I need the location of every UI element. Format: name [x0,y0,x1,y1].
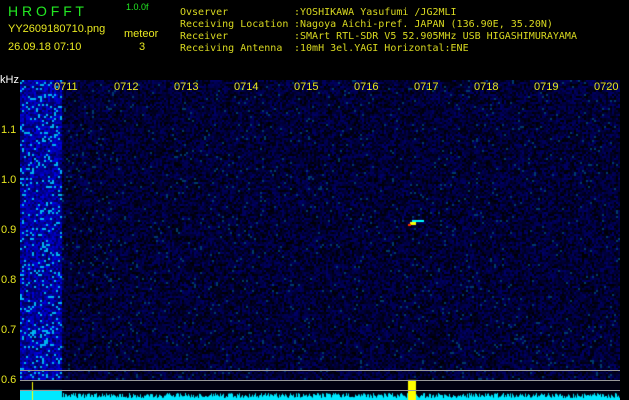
marker-line [20,390,620,391]
info-value: :Nagoya Aichi-pref. JAPAN (136.90E, 35.2… [294,19,553,30]
spectrogram [20,80,620,400]
time-tick-label: 0720 [594,81,619,93]
time-tick-label: 0717 [414,81,439,93]
version: 1.0.0f [126,2,149,12]
time-tick-label: 0719 [534,81,559,93]
info-value: :10mH 3el.YAGI Horizontal:ENE [294,43,469,54]
filename: YY2609180710.png [8,23,106,35]
marker-line [20,380,620,381]
datetime: 26.09.18 07:10 [8,41,82,53]
time-tick-label: 0713 [174,81,199,93]
time-tick-label: 0712 [114,81,139,93]
hroft-spectrogram-window: H R O F F T 1.0.0f YY2609180710.png mete… [0,0,629,400]
time-tick-label: 0718 [474,81,499,93]
app-title: H R O F F T [8,3,84,19]
info-value: :SMArt RTL-SDR V5 52.905MHz USB HIGASHIM… [294,31,577,42]
info-label: Receiver [180,31,229,42]
y-tick-label: 1.1 [1,124,17,136]
time-tick-label: 0714 [234,81,259,93]
time-tick-label: 0716 [354,81,379,93]
y-tick-label: 0.8 [1,274,17,286]
y-tick-label: 0.7 [1,324,17,336]
info-label: Ovserver [180,7,229,18]
y-tick-label: 1.0 [1,174,17,186]
info-label: Receiving Location [180,19,289,30]
unit-label: kHz [0,74,19,86]
time-tick-label: 0715 [294,81,319,93]
marker-line [20,370,620,371]
time-tick-label: 0711 [54,81,78,93]
y-tick-label: 0.9 [1,224,17,236]
y-tick-label: 0.6 [1,374,17,386]
info-value: :YOSHIKAWA Yasufumi /JG2MLI [294,7,457,18]
meteor-label: meteor [124,28,159,40]
meteor-count: 3 [139,41,146,53]
info-label: Receiving Antenna [180,43,283,54]
